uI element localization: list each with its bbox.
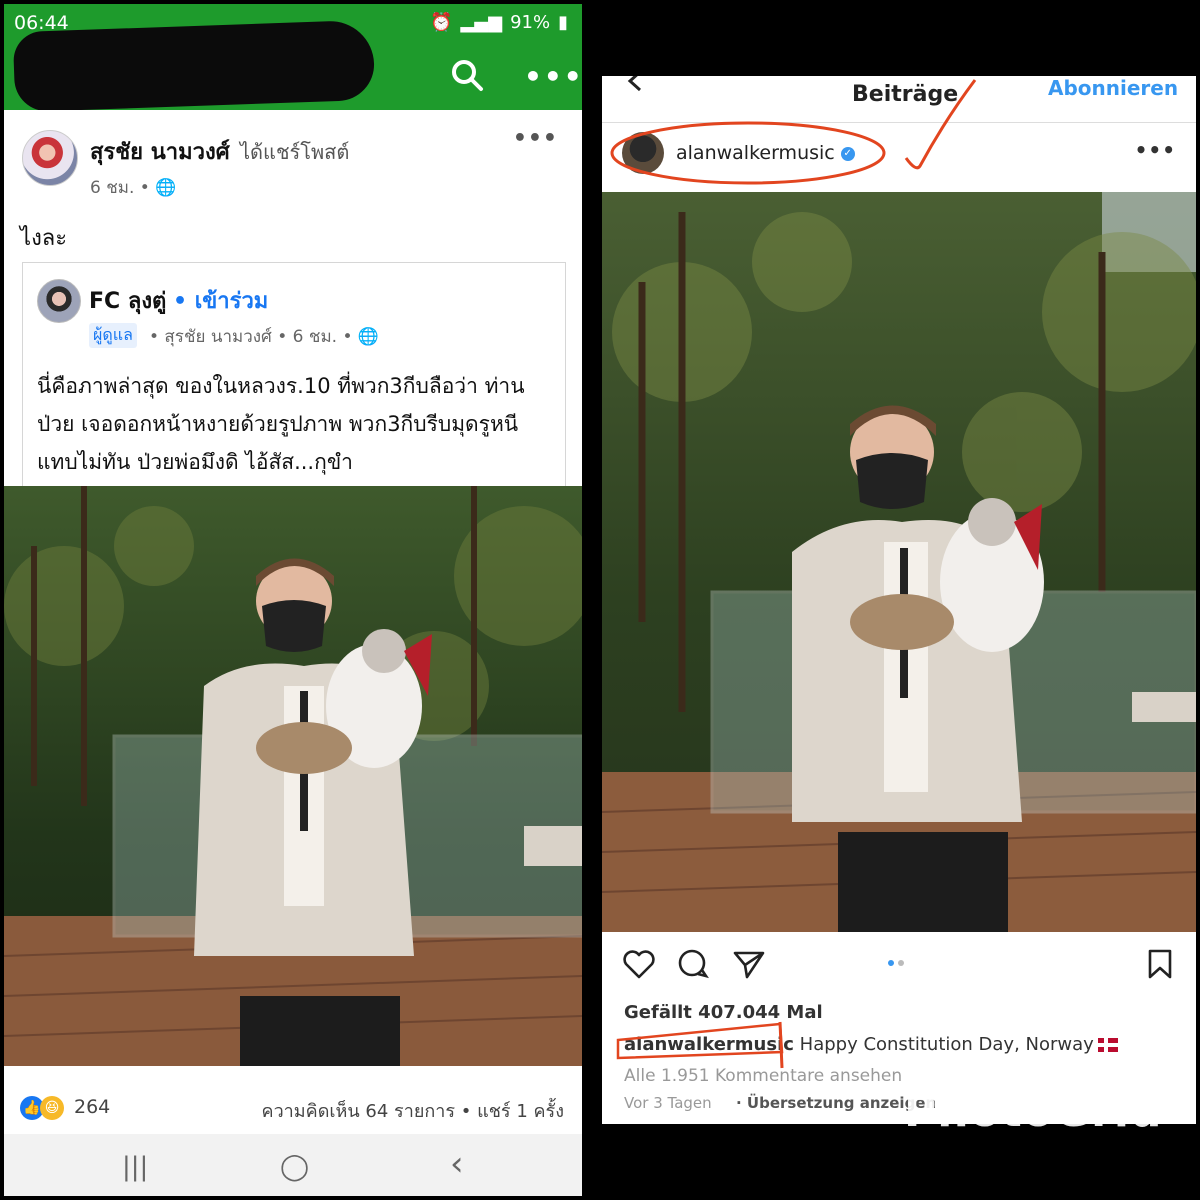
home-button[interactable]: ◯: [280, 1152, 309, 1182]
reaction-bar: 👍 😆 264 ความคิดเห็น 64 รายการ • แชร์ 1 ค…: [4, 1066, 582, 1134]
haha-icon: 😆: [40, 1096, 64, 1120]
back-arrow-icon[interactable]: [622, 76, 648, 94]
battery-icon: ▮: [558, 12, 568, 33]
post-menu-icon[interactable]: •••: [1135, 138, 1176, 162]
shared-text: นี่คือภาพล่าสุด ของในหลวงร.10 ที่พวก3กีบ…: [37, 374, 525, 474]
poster-name[interactable]: สุรชัย นามวงศ์: [90, 134, 230, 169]
reaction-icons[interactable]: 👍 😆: [20, 1096, 64, 1120]
avatar[interactable]: [22, 130, 78, 186]
join-group-link[interactable]: • เข้าร่วม: [173, 283, 268, 318]
carousel-dot: [898, 960, 904, 966]
post-photo[interactable]: [602, 192, 1196, 932]
post-photo[interactable]: [4, 486, 582, 1066]
facebook-header: 06:44 ⏰ ▂▄▆ 91% ▮ •••: [4, 4, 582, 113]
comment-share-count[interactable]: ความคิดเห็น 64 รายการ • แชร์ 1 ครั้ง: [262, 1096, 564, 1125]
status-icons: ⏰ ▂▄▆ 91% ▮: [430, 12, 568, 33]
post-menu-icon[interactable]: •••: [513, 126, 558, 151]
signal-icon: ▂▄▆: [460, 12, 503, 33]
recents-button[interactable]: |||: [122, 1152, 148, 1182]
group-avatar[interactable]: [37, 279, 81, 323]
caption-username[interactable]: alanwalkermusic: [624, 1034, 794, 1055]
post-meta: 6 ชม. • 🌐: [90, 178, 177, 198]
comment-icon[interactable]: [676, 948, 710, 980]
carousel-indicator: [888, 960, 904, 966]
admin-badge: ผู้ดูแล: [89, 323, 137, 348]
carousel-dot-active: [888, 960, 894, 966]
heart-icon[interactable]: [622, 948, 656, 980]
more-options-icon[interactable]: •••: [524, 60, 582, 93]
android-nav-bar: ||| ◯ ‹: [4, 1134, 582, 1196]
header-divider: [602, 122, 1196, 123]
shared-meta: • สุรชัย นามวงศ์ • 6 ชม. • 🌐: [149, 327, 380, 347]
caption: alanwalkermusic Happy Constitution Day, …: [624, 1034, 1118, 1055]
post-time: Vor 3 Tagen: [624, 1094, 712, 1112]
battery-level: 91%: [510, 12, 551, 33]
search-icon[interactable]: [450, 58, 484, 92]
back-button[interactable]: ‹: [450, 1144, 464, 1184]
caption-text: Happy Constitution Day, Norway: [799, 1034, 1094, 1055]
share-icon[interactable]: [732, 948, 766, 980]
photogrid-watermark: PhotoGrid: [904, 1086, 1163, 1137]
group-name[interactable]: FC ลุงตู่: [89, 283, 166, 318]
username-text: alanwalkermusic: [676, 142, 835, 164]
page-title: Beiträge: [852, 82, 959, 107]
post-username[interactable]: alanwalkermusic ✓: [676, 142, 855, 164]
subscribe-button[interactable]: Abonnieren: [1048, 76, 1178, 100]
view-comments-link[interactable]: Alle 1.951 Kommentare ansehen: [624, 1066, 902, 1086]
avatar[interactable]: [622, 132, 664, 174]
norway-flag-icon: [1097, 1038, 1118, 1052]
reaction-count[interactable]: 264: [74, 1096, 110, 1118]
redaction-scribble: [12, 19, 376, 113]
bookmark-icon[interactable]: [1146, 948, 1174, 980]
verified-badge-icon: ✓: [840, 146, 855, 161]
like-count[interactable]: Gefällt 407.044 Mal: [624, 1002, 823, 1023]
post-text: ไงละ: [20, 226, 68, 251]
alarm-icon: ⏰: [430, 12, 453, 33]
instagram-screenshot: Beiträge Abonnieren alanwalkermusic ✓ •••: [602, 76, 1196, 1124]
post-action-text: ได้แชร์โพสต์: [240, 140, 350, 164]
facebook-screenshot: 06:44 ⏰ ▂▄▆ 91% ▮ ••• สุรชัย นามวงศ์ ได้…: [4, 4, 582, 1196]
